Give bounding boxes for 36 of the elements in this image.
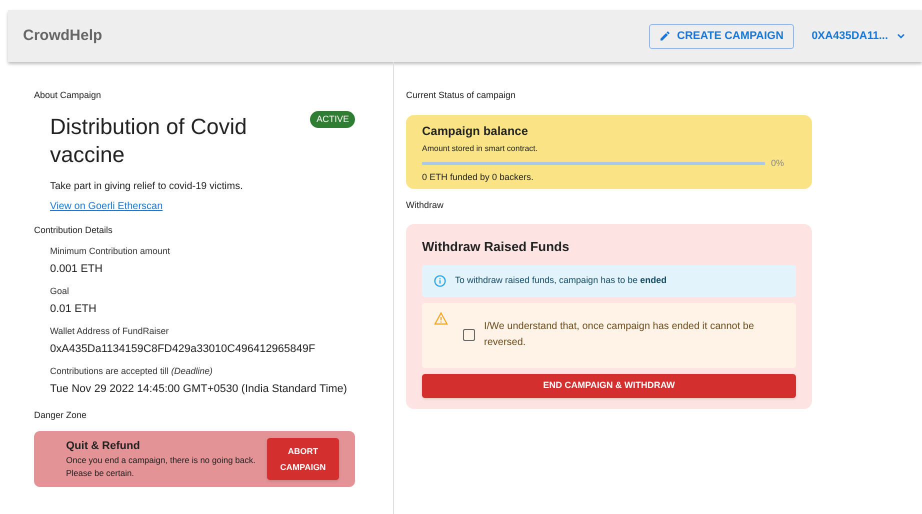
section-label: Danger Zone [34, 409, 88, 422]
balance-title: Campaign balance [422, 122, 530, 140]
danger-title: Quit & Refund [66, 438, 141, 454]
field-value: 0xA435Da1134159C8FD429a33010C496412965849F [50, 342, 316, 356]
campaign-description: Take part in giving relief to covid-19 victims. [50, 180, 244, 194]
warning-icon [434, 312, 448, 324]
field-value: 0.01 ETH [50, 302, 98, 316]
section-label: About Campaign [34, 89, 102, 102]
section-label: Withdraw [406, 198, 445, 212]
pencil-icon [659, 30, 672, 42]
progress-percent: 0% [770, 156, 784, 170]
confirm-label: I/We understand that, once campaign has ended it cannot be reversed. [484, 320, 755, 350]
info-icon [434, 274, 446, 286]
field-label: Contributions are accepted till (Deadline) [50, 365, 214, 378]
field-label: Wallet Address of FundRaiser [50, 325, 170, 338]
chevron-down-icon [896, 31, 906, 41]
balance-subtitle: Amount stored in smart contract. [422, 142, 539, 154]
abort-campaign-button[interactable]: ABORT CAMPAIGN [267, 438, 339, 480]
field-value: Tue Nov 29 2022 14:45:00 GMT+0530 (India Standard Time) [50, 382, 348, 396]
campaign-title: Distribution of Covid vaccine [50, 112, 248, 168]
account-menu[interactable]: 0XA435DA11... [812, 28, 906, 44]
end-campaign-button[interactable]: END CAMPAIGN & WITHDRAW [422, 374, 796, 398]
etherscan-link[interactable]: View on Goerli Etherscan [50, 198, 355, 214]
status-badge: ACTIVE [310, 110, 355, 128]
field-value: 0.001 ETH [50, 262, 104, 276]
create-campaign-button[interactable]: CREATE CAMPAIGN [649, 24, 794, 48]
funded-text: 0 ETH funded by 0 backers. [422, 171, 535, 184]
section-label: Contribution Details [34, 224, 114, 236]
confirm-checkbox[interactable] [463, 328, 475, 340]
field-label: Minimum Contribution amount [50, 245, 172, 258]
field-label: Goal [50, 285, 70, 298]
info-text: To withdraw raised funds, campaign has to be ended [455, 274, 667, 287]
brand-name[interactable]: CrowdHelp [23, 24, 102, 48]
danger-text: Once you end a campaign, there is no going back. Please be certain. [66, 454, 256, 480]
section-label: Current Status of campaign [406, 89, 517, 102]
withdraw-title: Withdraw Raised Funds [422, 238, 570, 256]
